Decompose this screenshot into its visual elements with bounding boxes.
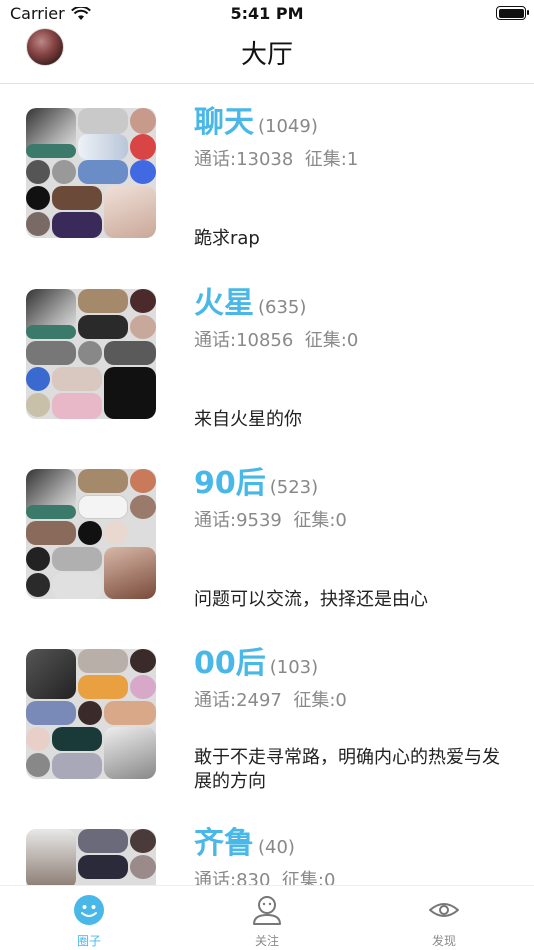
- calls-value: 10856: [236, 330, 294, 351]
- group-list[interactable]: 聊天 (1049) 通话:13038 征集:1 跪求rap 火星 (635) 通…: [0, 85, 534, 885]
- group-name: 火星: [194, 286, 254, 321]
- calls-value: 13038: [236, 149, 294, 170]
- calls-label: 通话:: [194, 330, 237, 351]
- collect-value: 0: [323, 870, 336, 885]
- eye-icon: [429, 903, 459, 917]
- group-title: 火星 (635): [194, 278, 306, 322]
- tab-circles[interactable]: 圈子: [39, 894, 139, 949]
- calls-label: 通话:: [194, 870, 237, 885]
- group-title: 聊天 (1049): [194, 97, 318, 141]
- battery-icon: [496, 6, 529, 20]
- page-title: 大厅: [240, 40, 293, 70]
- calls-label: 通话:: [194, 510, 237, 531]
- member-count: (523): [269, 477, 319, 498]
- nav-bar: 大厅: [0, 28, 534, 84]
- group-name: 90后: [194, 466, 266, 501]
- tab-label: 发现: [431, 934, 456, 948]
- group-card[interactable]: 火星 (635) 通话:10856 征集:0 来自火星的你: [0, 266, 534, 446]
- group-stats: 通话:13038 征集:1: [194, 145, 358, 171]
- group-stats: 通话:10856 征集:0: [194, 326, 358, 352]
- collect-value: 0: [335, 690, 347, 711]
- member-count: (103): [269, 657, 319, 678]
- calls-label: 通话:: [194, 690, 237, 711]
- person-icon: [253, 896, 281, 925]
- group-card[interactable]: 齐鲁 (40) 通话:830 征集:0: [0, 806, 534, 885]
- group-title: 90后 (523): [194, 458, 318, 502]
- collect-label: 征集:: [304, 330, 347, 351]
- group-name: 齐鲁: [194, 826, 254, 861]
- group-thumbnail-collage: [26, 469, 156, 599]
- group-description: 跪求rap: [194, 228, 260, 249]
- status-bar: Carrier 5:41 PM: [0, 0, 534, 28]
- group-name: 00后: [194, 646, 266, 681]
- group-description: 问题可以交流，抉择还是由心: [194, 589, 428, 610]
- clock: 5:41 PM: [230, 4, 304, 23]
- collect-value: 1: [346, 149, 359, 170]
- group-name: 聊天: [194, 105, 254, 140]
- calls-value: 2497: [236, 690, 282, 711]
- member-count: (1049): [258, 116, 318, 137]
- group-title: 00后 (103): [194, 638, 318, 682]
- calls-value: 9539: [236, 510, 282, 531]
- group-card[interactable]: 90后 (523) 通话:9539 征集:0 问题可以交流，抉择还是由心: [0, 446, 534, 626]
- group-card[interactable]: 聊天 (1049) 通话:13038 征集:1 跪求rap: [0, 85, 534, 265]
- member-count: (635): [258, 297, 307, 318]
- member-count: (40): [258, 837, 295, 858]
- group-title: 齐鲁 (40): [194, 818, 295, 862]
- tab-bar: 圈子 关注 发现: [0, 885, 534, 950]
- tab-label: 圈子: [76, 934, 101, 948]
- collect-label: 征集:: [293, 510, 336, 531]
- collect-label: 征集:: [293, 690, 336, 711]
- collect-value: 0: [335, 510, 347, 531]
- group-stats: 通话:9539 征集:0: [194, 506, 347, 532]
- tab-following[interactable]: 关注: [217, 894, 317, 949]
- group-card[interactable]: 00后 (103) 通话:2497 征集:0 敢于不走寻常路，明确内心的热爱与发展…: [0, 626, 534, 806]
- tab-label: 关注: [254, 934, 279, 948]
- group-thumbnail-collage: [26, 289, 156, 419]
- group-thumbnail-collage: [26, 829, 156, 885]
- collect-label: 征集:: [304, 149, 347, 170]
- group-thumbnail-collage: [26, 108, 156, 238]
- collect-label: 征集:: [281, 870, 324, 885]
- circle-face-icon: [74, 895, 104, 925]
- group-description: 来自火星的你: [194, 409, 302, 430]
- tab-discover[interactable]: 发现: [394, 894, 494, 949]
- group-description: 敢于不走寻常路，明确内心的热爱与发展的方向: [194, 747, 500, 792]
- group-stats: 通话:2497 征集:0: [194, 686, 347, 712]
- collect-value: 0: [346, 330, 359, 351]
- group-stats: 通话:830 征集:0: [194, 866, 335, 885]
- group-thumbnail-collage: [26, 649, 156, 779]
- calls-label: 通话:: [194, 149, 237, 170]
- calls-value: 830: [236, 870, 271, 885]
